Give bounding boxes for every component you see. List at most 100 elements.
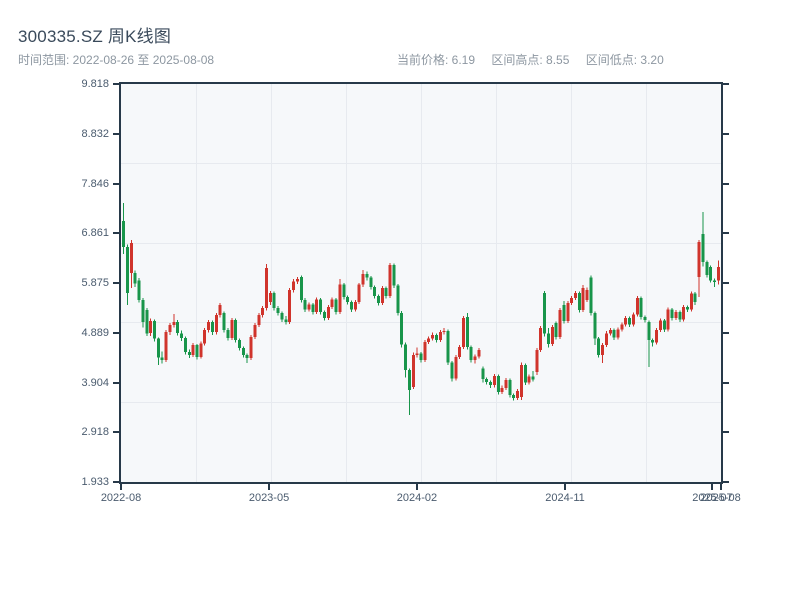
candle-body <box>334 299 338 313</box>
kline-page: 300335.SZ 周K线图 时间范围: 2022-08-26 至 2025-0… <box>0 0 800 600</box>
x-tickmark <box>564 484 566 490</box>
candle-body <box>697 241 701 278</box>
candle-body <box>450 362 454 379</box>
candle-body <box>628 318 632 325</box>
candle-body <box>531 376 535 380</box>
candle-body <box>419 353 423 360</box>
candle-body <box>195 344 199 357</box>
candle-body <box>573 292 577 298</box>
x-axis-tick-label: 2025-08 <box>700 492 741 504</box>
x-tickmark <box>120 484 122 490</box>
candle-body <box>272 292 276 309</box>
candle-body <box>237 339 241 348</box>
y-tickmark <box>113 83 119 85</box>
candle-body <box>570 297 574 303</box>
candle-body <box>415 353 419 355</box>
candle-body <box>504 380 508 388</box>
candle-body <box>713 280 717 282</box>
candle-body <box>512 394 516 398</box>
candle-body <box>361 274 365 285</box>
candle-body <box>234 320 238 340</box>
candle-body <box>380 287 384 303</box>
candle-body <box>396 285 400 314</box>
candle-body <box>427 338 431 342</box>
candle-body <box>183 337 187 352</box>
candle-body <box>411 354 415 387</box>
y-tickmark-right <box>723 431 729 434</box>
candle-body <box>631 314 635 325</box>
range-low-stat: 区间低点: 3.20 <box>585 53 664 67</box>
y-axis-tick-label: 7.846 <box>81 177 109 190</box>
y-axis-tick-label: 8.832 <box>81 127 109 140</box>
candle-body <box>241 347 245 355</box>
y-axis-tick-label: 9.818 <box>81 78 109 90</box>
candle-body <box>222 313 226 331</box>
price-stats: 当前价格: 6.19 区间高点: 8.55 区间低点: 3.20 <box>397 51 677 68</box>
candle-body <box>218 304 222 316</box>
y-tickmark <box>113 232 119 235</box>
candle-body <box>666 309 670 330</box>
candle-body <box>473 356 477 360</box>
candle-body <box>346 296 350 302</box>
y-tickmark-right <box>723 481 729 483</box>
candle-body <box>145 310 149 334</box>
candle-body <box>635 297 639 315</box>
candle-body <box>434 334 438 340</box>
candle-body <box>326 307 330 319</box>
x-tickmark <box>268 484 271 490</box>
y-tickmark-right <box>723 331 729 334</box>
candle-body <box>303 299 307 310</box>
candle-body <box>295 279 299 282</box>
candle-body <box>392 265 396 286</box>
candle-body <box>187 351 191 355</box>
candle-body <box>268 292 272 302</box>
candle-body <box>164 332 168 360</box>
candle-body <box>249 336 253 358</box>
y-axis-tick-label: 4.889 <box>81 326 109 339</box>
candle-body <box>357 284 361 302</box>
candle-body <box>168 325 172 333</box>
x-tickmark <box>415 484 418 490</box>
candle-body <box>156 338 160 358</box>
candle-body <box>643 317 647 321</box>
candle-body <box>431 334 435 339</box>
candle-body <box>581 287 585 311</box>
y-tickmark <box>113 132 119 135</box>
candle-body <box>546 333 550 344</box>
candle-body <box>133 273 137 284</box>
candle-body <box>137 280 141 300</box>
candle-body <box>485 379 489 383</box>
candle-body <box>589 277 593 314</box>
candle-body <box>705 262 709 276</box>
candle-body <box>597 338 601 355</box>
candle-body <box>489 382 493 386</box>
candle-body <box>682 307 686 320</box>
x-axis-tick-label: 2023-05 <box>248 492 290 504</box>
y-tickmark-right <box>723 232 729 235</box>
candle-body <box>253 325 257 337</box>
y-axis-tick-label: 3.904 <box>81 376 109 389</box>
candle-body <box>210 322 214 333</box>
candle-body <box>500 387 504 392</box>
candle-body <box>265 268 269 309</box>
candle-body <box>647 322 651 340</box>
candles-layer <box>122 203 720 416</box>
candle-body <box>365 274 369 278</box>
candle-body <box>199 343 203 357</box>
candle-body <box>608 330 612 334</box>
candle-body <box>516 390 520 398</box>
candle-body <box>543 292 547 334</box>
candle-body <box>658 320 662 331</box>
candle-body <box>492 376 496 386</box>
y-axis-tick-label: 6.861 <box>81 227 109 240</box>
candle-body <box>276 308 280 314</box>
candle-body <box>349 301 353 310</box>
candle-body <box>257 315 261 326</box>
candle-body <box>203 330 207 344</box>
candle-body <box>655 330 659 343</box>
candle-body <box>442 331 446 333</box>
candle-body <box>280 313 284 320</box>
candle-body <box>125 246 129 293</box>
y-tickmark <box>113 331 119 334</box>
candle-body <box>535 349 539 373</box>
